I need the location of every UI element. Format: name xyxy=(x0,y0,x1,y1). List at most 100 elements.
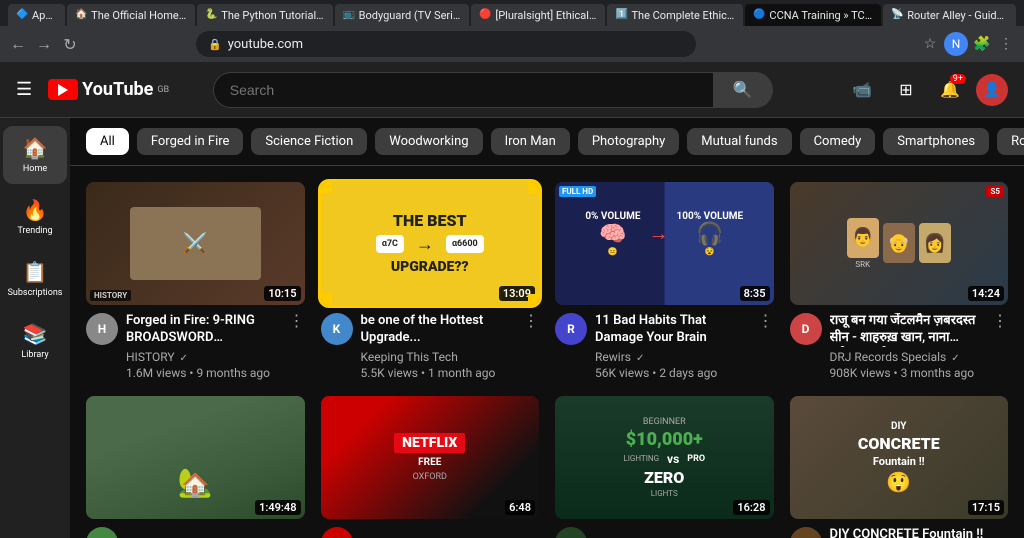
more-options-2[interactable]: ⋮ xyxy=(523,311,539,330)
video-card-4[interactable]: 👨 SRK 👴 👩 S5 14:24 xyxy=(790,182,1009,380)
video-meta-7 xyxy=(595,527,774,538)
thumbnail-7: BEGINNER $10,000+ LIGHTING vs PRO xyxy=(555,396,774,519)
thumbnail-5: 🏡 1:49:48 xyxy=(86,396,305,519)
browser-menu-icon[interactable]: ⋮ xyxy=(996,34,1016,54)
thumbnail-1: ⚔️ HISTORY 10:15 xyxy=(86,182,305,305)
notifications-icon[interactable]: 🔔 9+ xyxy=(932,72,968,108)
address-bar[interactable]: 🔒 youtube.com xyxy=(196,31,696,57)
back-button[interactable]: ← xyxy=(8,34,28,54)
chip-royal-enfield[interactable]: Royal Enfield Him... xyxy=(997,128,1024,155)
chip-all[interactable]: All xyxy=(86,128,129,155)
video-meta-5 xyxy=(126,527,305,538)
chip-mutual-funds[interactable]: Mutual funds xyxy=(687,128,791,155)
duration-8: 17:15 xyxy=(968,500,1004,515)
browser-chrome: 🔷 Apps 🏠 The Official Home... 🐍 The Pyth… xyxy=(0,0,1024,62)
tab-ethic[interactable]: 1️⃣ The Complete Ethic... xyxy=(607,4,743,26)
tab-favicon-python: 🐍 xyxy=(205,9,217,21)
tab-label-router: Router Alley - Guides xyxy=(907,9,1008,22)
youtube-main: 🏠 Home 🔥 Trending 📋 Subscriptions 📚 Libr… xyxy=(0,118,1024,538)
trending-icon: 🔥 xyxy=(23,198,48,222)
video-title-1: Forged in Fire: 9-RING BROADSWORD SHATTE… xyxy=(126,313,281,347)
video-card-5[interactable]: 🏡 1:49:48 T xyxy=(86,396,305,538)
notification-badge: 9+ xyxy=(950,74,966,84)
tab-favicon-official: 🏠 xyxy=(75,9,87,21)
more-options-1[interactable]: ⋮ xyxy=(289,311,305,330)
youtube-sidebar: 🏠 Home 🔥 Trending 📋 Subscriptions 📚 Libr… xyxy=(0,118,70,538)
chip-smartphones[interactable]: Smartphones xyxy=(883,128,989,155)
youtube-logo-text: YouTube xyxy=(82,79,153,100)
tab-pluralsight[interactable]: 🔴 [Pluralsight] Ethical... xyxy=(471,4,605,26)
tab-favicon-ccna: 🔵 xyxy=(753,9,765,21)
tab-ccna[interactable]: 🔵 CCNA Training » TC... xyxy=(745,4,881,26)
sidebar-subscriptions-label: Subscriptions xyxy=(8,288,63,298)
more-options-4[interactable]: ⋮ xyxy=(992,311,1008,330)
tab-bodyguard[interactable]: 📺 Bodyguard (TV Seri... xyxy=(335,4,470,26)
tab-apps[interactable]: 🔷 Apps xyxy=(8,4,65,26)
channel-name-4: DRJ Records Specials ✓ xyxy=(830,350,985,364)
hamburger-menu-icon[interactable]: ☰ xyxy=(16,79,32,100)
refresh-button[interactable]: ↻ xyxy=(60,34,80,54)
video-info-3: R 11 Bad Habits That Damage Your Brain R… xyxy=(555,305,774,380)
chip-photography[interactable]: Photography xyxy=(578,128,679,155)
video-info-8: D DIY CONCRETE Fountain !! xyxy=(790,519,1009,538)
video-stats-4: 908K views • 3 months ago xyxy=(830,366,985,380)
chip-woodworking[interactable]: Woodworking xyxy=(375,128,482,155)
youtube-play-icon xyxy=(48,79,78,100)
chip-forged-in-fire[interactable]: Forged in Fire xyxy=(137,128,244,155)
apps-grid-icon[interactable]: ⊞ xyxy=(888,72,924,108)
search-input[interactable] xyxy=(213,72,713,108)
tab-favicon-pluralsight: 🔴 xyxy=(479,9,491,21)
tab-python[interactable]: 🐍 The Python Tutorial... xyxy=(197,4,332,26)
verified-icon-1: ✓ xyxy=(180,353,188,364)
browser-nav: ← → ↻ xyxy=(8,34,80,54)
youtube-logo[interactable]: YouTubeGB xyxy=(48,79,169,100)
forward-button[interactable]: → xyxy=(34,34,54,54)
video-info-7: B xyxy=(555,519,774,538)
video-stats-3: 56K views • 2 days ago xyxy=(595,366,750,380)
fullhd-badge-3: FULL HD xyxy=(559,186,596,197)
video-card-7[interactable]: BEGINNER $10,000+ LIGHTING vs PRO xyxy=(555,396,774,538)
video-info-4: D राजू बन गया जेंटलमैन ज़बरदस्त सीन - शा… xyxy=(790,305,1009,380)
duration-3: 8:35 xyxy=(740,286,770,301)
duration-5: 1:49:48 xyxy=(255,500,300,515)
sidebar-item-library[interactable]: 📚 Library xyxy=(3,312,67,370)
sidebar-item-subscriptions[interactable]: 📋 Subscriptions xyxy=(3,250,67,308)
video-card-2[interactable]: THE BEST α7C → α6600 UPGRADE?? 13:09 xyxy=(321,182,540,380)
tab-router[interactable]: 📡 Router Alley - Guides xyxy=(883,4,1016,26)
header-right-controls: 📹 ⊞ 🔔 9+ 👤 xyxy=(844,72,1008,108)
library-icon: 📚 xyxy=(23,322,48,346)
sidebar-library-label: Library xyxy=(21,350,48,360)
duration-6: 6:48 xyxy=(505,500,535,515)
verified-icon-3: ✓ xyxy=(636,353,644,364)
chip-iron-man[interactable]: Iron Man xyxy=(491,128,570,155)
search-button[interactable]: 🔍 xyxy=(713,72,773,108)
chip-science-fiction[interactable]: Science Fiction xyxy=(251,128,367,155)
profile-icon[interactable]: N xyxy=(944,32,968,56)
chip-comedy[interactable]: Comedy xyxy=(800,128,876,155)
browser-toolbar: ← → ↻ 🔒 youtube.com ☆ N 🧩 ⋮ xyxy=(0,26,1024,62)
tab-label-ethic: The Complete Ethic... xyxy=(631,9,735,22)
sidebar-item-trending[interactable]: 🔥 Trending xyxy=(3,188,67,246)
tab-official[interactable]: 🏠 The Official Home... xyxy=(67,4,195,26)
channel-name-2: Keeping This Tech xyxy=(361,350,516,364)
video-card-6[interactable]: NETFLIX FREE OXFORD 6:48 N xyxy=(321,396,540,538)
home-icon: 🏠 xyxy=(23,136,48,160)
bookmark-icon[interactable]: ☆ xyxy=(920,34,940,54)
user-avatar[interactable]: 👤 xyxy=(976,74,1008,106)
extension-icon[interactable]: 🧩 xyxy=(972,34,992,54)
more-options-3[interactable]: ⋮ xyxy=(758,311,774,330)
youtube-app: ☰ YouTubeGB 🔍 📹 ⊞ 🔔 9+ 👤 🏠 Home xyxy=(0,62,1024,538)
video-card-1[interactable]: ⚔️ HISTORY 10:15 H Forged in Fire: 9-RIN… xyxy=(86,182,305,380)
sidebar-item-home[interactable]: 🏠 Home xyxy=(3,126,67,184)
video-title-2: be one of the Hottest Upgrade... xyxy=(361,313,516,347)
video-meta-4: राजू बन गया जेंटलमैन ज़बरदस्त सीन - शाहर… xyxy=(830,313,985,380)
tab-label-pluralsight: [Pluralsight] Ethical... xyxy=(495,9,597,22)
thumbnail-2: THE BEST α7C → α6600 UPGRADE?? 13:09 xyxy=(321,182,540,305)
create-video-icon[interactable]: 📹 xyxy=(844,72,880,108)
video-meta-3: 11 Bad Habits That Damage Your Brain Rew… xyxy=(595,313,750,380)
channel-avatar-3: R xyxy=(555,313,587,345)
video-card-3[interactable]: 0% VOLUME 🧠 😐 → 100% VOLUME 🎧 😵 xyxy=(555,182,774,380)
tab-label-bodyguard: Bodyguard (TV Seri... xyxy=(359,9,462,22)
video-info-6: N xyxy=(321,519,540,538)
video-card-8[interactable]: DIY CONCRETE Fountain !! 😲 17:15 D DIY C… xyxy=(790,396,1009,538)
